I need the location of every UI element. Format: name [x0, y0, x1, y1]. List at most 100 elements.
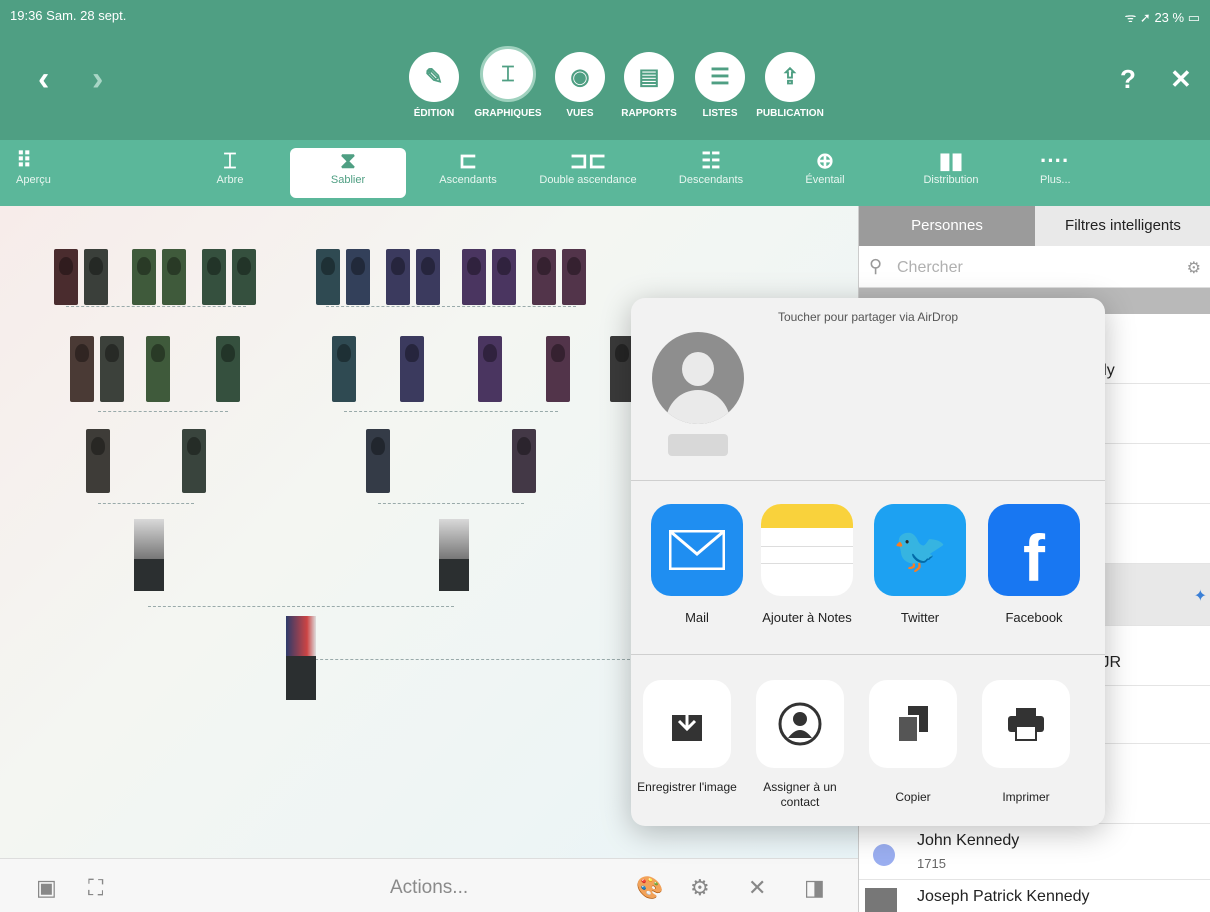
mode-label: GRAPHIQUES: [474, 108, 542, 119]
person-card[interactable]: [366, 429, 390, 493]
sidebar-toggle-icon[interactable]: ◨: [804, 875, 825, 901]
chevron-left-icon: ‹: [38, 60, 50, 98]
search-field[interactable]: ⚲ Chercher ⚙: [859, 246, 1210, 288]
person-card[interactable]: [562, 249, 586, 305]
mode-rapports-button[interactable]: ▤ RAPPORTS: [609, 52, 689, 119]
person-card[interactable]: [332, 336, 356, 402]
list-icon: ☰: [695, 52, 745, 102]
tab-arbre[interactable]: ⌶ Arbre: [190, 148, 270, 198]
person-card[interactable]: [216, 336, 240, 402]
person-photo-card[interactable]: [439, 519, 469, 591]
person-card[interactable]: [478, 336, 502, 402]
silhouette-icon: [187, 437, 201, 455]
action-label: Enregistrer l'image: [637, 780, 737, 794]
mode-listes-button[interactable]: ☰ LISTES: [680, 52, 760, 119]
tab-filtres-intelligents[interactable]: Filtres intelligents: [1035, 206, 1210, 246]
share-facebook-button[interactable]: f Facebook: [984, 504, 1084, 626]
toggles-icon[interactable]: ⚙: [690, 875, 710, 901]
palette-icon[interactable]: 🎨: [636, 875, 663, 901]
root-person-card[interactable]: [286, 616, 316, 700]
person-card[interactable]: [416, 249, 440, 305]
person-card[interactable]: [146, 336, 170, 402]
tab-distribution[interactable]: ▮▮ Distribution: [906, 148, 996, 198]
person-row[interactable]: John Kennedy 1715: [859, 824, 1210, 880]
app-label: Facebook: [1005, 610, 1063, 625]
back-button[interactable]: ‹: [38, 62, 49, 96]
copy-button[interactable]: Copier: [863, 680, 963, 805]
person-card[interactable]: [512, 429, 536, 493]
person-card[interactable]: [546, 336, 570, 402]
person-card[interactable]: [132, 249, 156, 305]
person-card[interactable]: [84, 249, 108, 305]
tools-icon[interactable]: ✕: [748, 875, 766, 901]
connector-line: [98, 503, 194, 504]
save-image-button[interactable]: Enregistrer l'image: [637, 680, 737, 795]
connector-line: [66, 306, 246, 307]
portrait-image: [134, 519, 164, 559]
person-card[interactable]: [462, 249, 486, 305]
mode-graphiques-button[interactable]: ⌶ GRAPHIQUES: [468, 46, 548, 119]
silhouette-icon: [551, 344, 565, 362]
action-label: Copier: [895, 790, 931, 804]
person-card[interactable]: [202, 249, 226, 305]
ancestors-icon: ⊏: [458, 148, 478, 173]
distribution-icon: ▮▮: [938, 148, 964, 173]
person-card[interactable]: [386, 249, 410, 305]
airdrop-contact[interactable]: [645, 332, 751, 478]
tab-sablier[interactable]: ⧗ Sablier: [290, 148, 406, 198]
action-label: Imprimer: [1002, 790, 1050, 804]
tab-plus[interactable]: ···· Plus...: [1040, 148, 1090, 198]
person-card[interactable]: [54, 249, 78, 305]
assign-contact-button[interactable]: Assigner à un contact: [750, 680, 850, 810]
actions-button[interactable]: Actions...: [390, 877, 468, 899]
mode-publication-button[interactable]: ⇪ PUBLICATION: [750, 52, 830, 119]
close-button[interactable]: ✕: [1170, 64, 1192, 95]
search-input[interactable]: Chercher: [897, 259, 963, 277]
tab-ascendants[interactable]: ⊏ Ascendants: [428, 148, 508, 198]
person-row[interactable]: Joseph Patrick Kennedy: [859, 880, 1210, 912]
mode-label: PUBLICATION: [756, 108, 824, 119]
tab-label: Distribution: [923, 174, 979, 186]
forward-button[interactable]: ›: [92, 62, 103, 96]
connector-line: [148, 606, 454, 607]
tab-apercu[interactable]: ⠿ Aperçu: [16, 148, 66, 198]
person-card[interactable]: [70, 336, 94, 402]
share-notes-button[interactable]: Ajouter à Notes: [757, 504, 857, 626]
silhouette-icon: [321, 257, 335, 275]
mode-vues-button[interactable]: ◉ VUES: [540, 52, 620, 119]
person-name: Joseph Patrick Kennedy: [917, 888, 1090, 905]
person-card[interactable]: [100, 336, 124, 402]
person-photo-card[interactable]: [134, 519, 164, 591]
assign-contact-icon: [756, 680, 844, 768]
person-card[interactable]: [346, 249, 370, 305]
portrait-image: [439, 519, 469, 559]
person-card[interactable]: [492, 249, 516, 305]
silhouette-icon: [59, 257, 73, 275]
tab-personnes[interactable]: Personnes: [859, 206, 1035, 246]
center-person-icon[interactable]: ⛶: [88, 875, 103, 901]
tab-double-ascendance[interactable]: ⊐⊏ Double ascendance: [528, 148, 648, 198]
share-twitter-button[interactable]: 🐦 Twitter: [870, 504, 970, 626]
person-card[interactable]: [316, 249, 340, 305]
tab-label: Sablier: [330, 174, 366, 186]
fit-screen-icon[interactable]: ▣: [36, 875, 57, 901]
person-card[interactable]: [182, 429, 206, 493]
gear-icon[interactable]: ⚙: [1187, 258, 1201, 278]
share-mail-button[interactable]: Mail: [647, 504, 747, 626]
person-card[interactable]: [86, 429, 110, 493]
person-card[interactable]: [532, 249, 556, 305]
tab-label: Double ascendance: [539, 174, 637, 186]
more-icon: ····: [1040, 148, 1070, 173]
person-card[interactable]: [232, 249, 256, 305]
help-button[interactable]: ?: [1120, 64, 1136, 95]
tab-eventail[interactable]: ⊕ Éventail: [790, 148, 860, 198]
avatar: [865, 888, 897, 912]
mode-edition-button[interactable]: ✎ ÉDITION: [394, 52, 474, 119]
document-icon: ▤: [624, 52, 674, 102]
person-card[interactable]: [400, 336, 424, 402]
avatar: [873, 844, 895, 866]
person-card[interactable]: [162, 249, 186, 305]
print-button[interactable]: Imprimer: [976, 680, 1076, 805]
mode-label: RAPPORTS: [621, 108, 677, 119]
tab-descendants[interactable]: ☷ Descendants: [666, 148, 756, 198]
